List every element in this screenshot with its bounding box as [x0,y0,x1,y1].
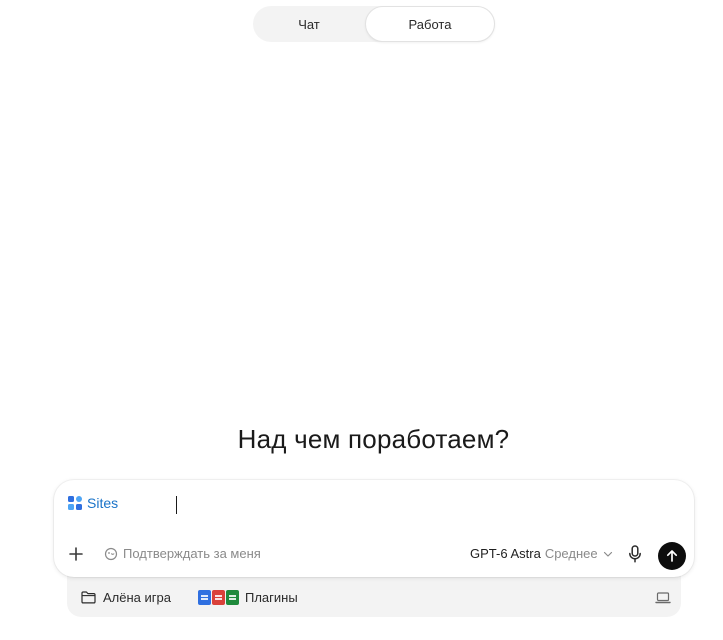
microphone-icon [629,545,641,563]
composer: Sites Подтверждать за меня GPT-6 Astra С… [54,480,694,577]
plugins-selector[interactable]: Плагины [198,590,298,605]
add-attachment-button[interactable] [66,544,86,564]
pdf-icon [212,590,225,605]
plugin-icons [198,590,239,605]
plus-icon [69,547,83,561]
prompt-input[interactable] [178,494,662,518]
arrow-up-icon [666,550,678,562]
project-selector[interactable]: Алёна игра [81,590,171,605]
page-title: Над чем поработаем? [237,424,510,454]
model-level: Среднее [544,546,598,561]
plugins-label: Плагины [245,590,298,605]
model-select[interactable]: GPT-6 Astra Среднее [470,546,614,561]
sheets-icon [226,590,239,605]
robot-face-icon [104,547,118,560]
device-button[interactable] [655,591,671,605]
folder-icon [81,591,96,604]
tab-work[interactable]: Работа [365,6,495,42]
text-caret [176,496,177,514]
auto-confirm-label: Подтверждать за меня [123,546,261,561]
voice-input-button[interactable] [626,544,644,564]
auto-confirm-toggle[interactable]: Подтверждать за меня [104,546,261,561]
app-page: Чат Работа Над чем поработаем? Sites Под… [0,0,723,640]
docs-icon [198,590,211,605]
sites-icon [68,495,83,511]
chevron-down-icon [603,551,612,557]
sites-tag-label: Sites [87,495,119,511]
send-button[interactable] [658,542,686,570]
tab-chat[interactable]: Чат [253,6,365,42]
mode-toggle: Чат Работа [253,6,495,42]
project-label: Алёна игра [103,590,171,605]
model-name: GPT-6 Astra [470,546,541,561]
laptop-icon [655,592,671,604]
sites-tag[interactable]: Sites [68,495,118,511]
